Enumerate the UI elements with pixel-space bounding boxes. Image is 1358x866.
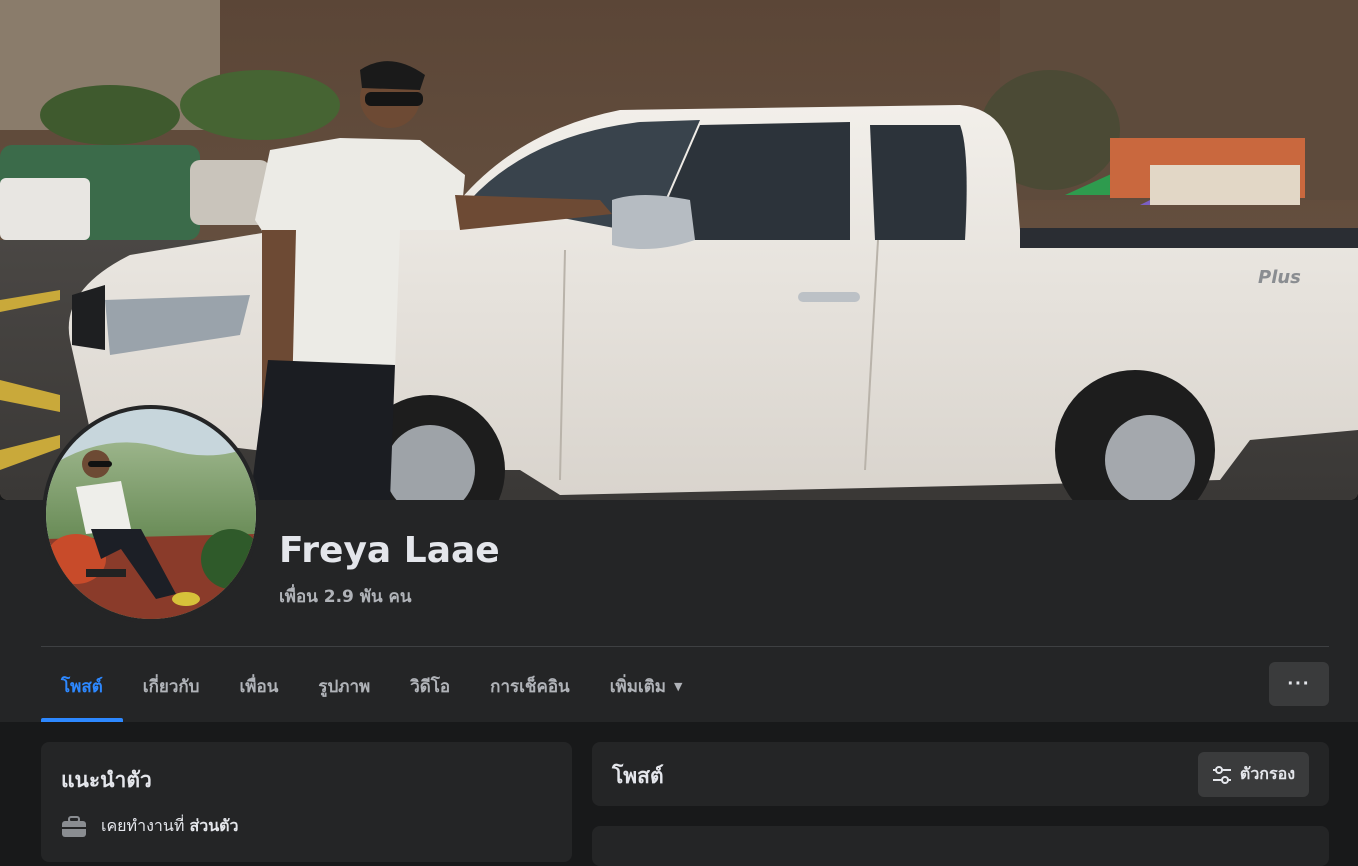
tab-posts-label: โพสต์ — [61, 676, 103, 697]
caret-down-icon: ▼ — [673, 679, 683, 693]
tab-videos-label: วิดีโอ — [410, 676, 451, 697]
tab-more-label: เพิ่มเติม — [609, 676, 666, 697]
tab-checkins[interactable]: การเช็คอิน — [470, 650, 590, 722]
tab-friends[interactable]: เพื่อน — [219, 650, 298, 722]
posts-header-card: โพสต์ ตัวกรอง — [592, 742, 1329, 806]
tab-posts[interactable]: โพสต์ — [41, 650, 123, 722]
svg-text:Plus: Plus — [1258, 267, 1301, 288]
more-options-button[interactable]: ··· — [1269, 662, 1329, 706]
intro-card: แนะนำตัว เคยทำงานที่ ส่วนตัว — [41, 742, 572, 862]
tab-about-label: เกี่ยวกับ — [142, 676, 200, 697]
tab-about[interactable]: เกี่ยวกับ — [123, 650, 220, 722]
intro-work-row: เคยทำงานที่ ส่วนตัว — [61, 814, 239, 839]
friends-count[interactable]: เพื่อน 2.9 พัน คน — [279, 583, 412, 610]
tab-friends-label: เพื่อน — [239, 676, 279, 697]
tab-checkins-label: การเช็คอิน — [490, 676, 570, 697]
profile-name: Freya Laae — [279, 530, 500, 571]
tab-more[interactable]: เพิ่มเติม ▼ — [590, 650, 703, 722]
header-divider — [41, 646, 1329, 647]
filter-label: ตัวกรอง — [1239, 764, 1295, 783]
sliders-icon — [1212, 765, 1231, 784]
profile-avatar[interactable] — [42, 405, 260, 623]
intro-title: แนะนำตัว — [61, 768, 152, 792]
tab-photos-label: รูปภาพ — [318, 676, 371, 697]
tab-photos[interactable]: รูปภาพ — [298, 650, 390, 722]
briefcase-icon — [62, 815, 86, 837]
posts-title: โพสต์ — [612, 764, 664, 788]
work-place-link[interactable]: ส่วนตัว — [189, 816, 238, 835]
work-prefix: เคยทำงานที่ — [101, 816, 185, 835]
profile-tabs: โพสต์ เกี่ยวกับ เพื่อน รูปภาพ วิดีโอ การ… — [41, 650, 702, 722]
tab-videos[interactable]: วิดีโอ — [390, 650, 470, 722]
post-card — [592, 826, 1329, 866]
filter-button[interactable]: ตัวกรอง — [1197, 752, 1309, 797]
